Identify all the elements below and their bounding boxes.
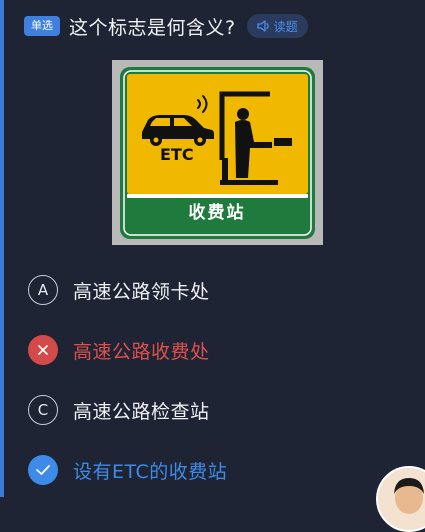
- option-a[interactable]: A 高速公路领卡处: [28, 273, 210, 307]
- option-c[interactable]: C 高速公路检查站: [28, 393, 210, 427]
- option-a-text: 高速公路领卡处: [73, 280, 210, 303]
- option-d[interactable]: 设有ETC的收费站: [28, 453, 227, 487]
- option-b-text: 高速公路收费处: [73, 340, 210, 363]
- left-edge-bar: [0, 0, 4, 497]
- question-type-badge: 单选: [24, 16, 60, 36]
- person-avatar-icon: [378, 468, 425, 530]
- question-text: 这个标志是何含义?: [69, 16, 236, 39]
- sign-station-label: 收费站: [189, 202, 246, 223]
- etc-toll-station-sign: ETC 收费站: [112, 60, 323, 245]
- option-b[interactable]: 高速公路收费处: [28, 333, 210, 367]
- option-d-text: 设有ETC的收费站: [73, 460, 228, 483]
- wrong-mark-icon: [28, 335, 58, 365]
- speaker-icon: [256, 20, 269, 32]
- read-question-label: 读题: [273, 19, 298, 34]
- sign-image: ETC 收费站: [112, 60, 323, 245]
- option-c-marker: C: [28, 395, 58, 425]
- sign-etc-label: ETC: [160, 145, 194, 164]
- read-question-button[interactable]: 读题: [246, 14, 308, 38]
- avatar[interactable]: [376, 466, 425, 532]
- question-header: 单选 这个标志是何含义? 读题: [24, 12, 308, 40]
- option-a-marker: A: [28, 275, 58, 305]
- check-mark-icon: [28, 455, 58, 485]
- option-c-text: 高速公路检查站: [73, 400, 210, 423]
